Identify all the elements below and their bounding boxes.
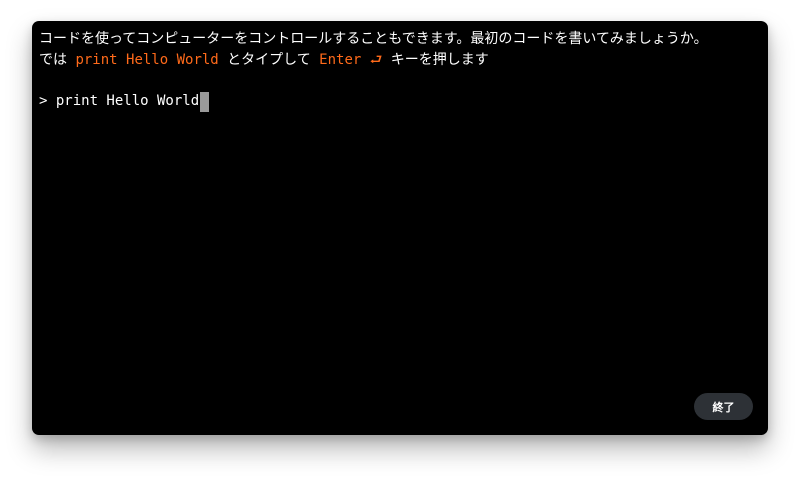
page: コードを使ってコンピューターをコントロールすることもできます。最初のコードを書い… — [0, 0, 800, 478]
code-highlight: print Hello World — [75, 52, 219, 68]
terminal-window[interactable]: コードを使ってコンピューターをコントロールすることもできます。最初のコードを書い… — [32, 21, 768, 435]
instruction-suffix: キーを押します — [382, 52, 489, 68]
command-input[interactable]: print Hello World — [56, 91, 199, 112]
enter-key-highlight: Enter ⮐ — [319, 52, 383, 68]
instruction-middle: とタイプして — [218, 52, 320, 68]
text-cursor — [200, 91, 210, 112]
command-line[interactable]: > print Hello World — [39, 91, 210, 112]
end-button[interactable]: 終了 — [694, 393, 753, 420]
instruction-line-1: コードを使ってコンピューターをコントロールすることもできます。最初のコードを書い… — [39, 31, 708, 47]
instruction-prefix: では — [39, 52, 76, 68]
instructions: コードを使ってコンピューターをコントロールすることもできます。最初のコードを書い… — [39, 29, 767, 71]
prompt-symbol: > — [39, 93, 56, 109]
instruction-line-2: では print Hello World とタイプして Enter ⮐ キーを押… — [39, 50, 767, 71]
